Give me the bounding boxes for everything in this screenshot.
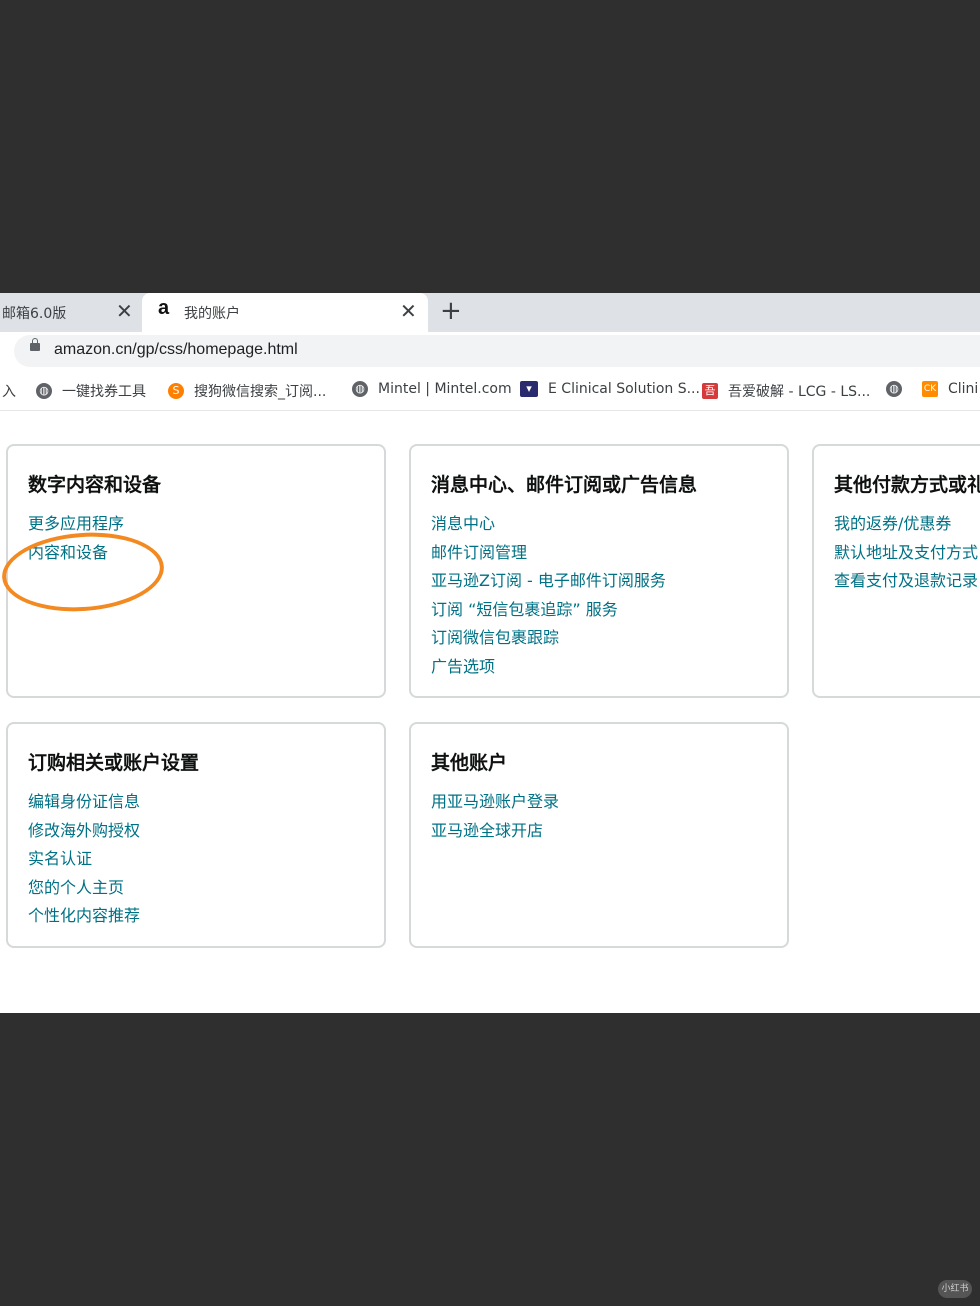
card-links: 消息中心 邮件订阅管理 亚马逊Z订阅 - 电子邮件订阅服务 订阅 “短信包裹追踪… <box>431 510 666 682</box>
amazon-icon: a <box>158 297 170 319</box>
url-text[interactable]: amazon.cn/gp/css/homepage.html <box>54 341 298 359</box>
card-payment-methods: 其他付款方式或礼 我的返券/优惠券 默认地址及支付方式 查看支付及退款记录 <box>812 444 980 698</box>
globe-icon: ◍ <box>886 381 902 397</box>
tab-my-account[interactable]: a 我的账户 ✕ <box>142 293 428 332</box>
sogou-icon: S <box>168 383 184 399</box>
link-real-name-verification[interactable]: 实名认证 <box>28 845 140 874</box>
link-login-with-amazon[interactable]: 用亚马逊账户登录 <box>431 788 559 817</box>
wuai-icon: 吾 <box>702 383 718 399</box>
link-message-center[interactable]: 消息中心 <box>431 510 666 539</box>
browser-screenshot: 邮箱6.0版 ✕ a 我的账户 ✕ + amazon.cn/gp/css/hom… <box>0 293 980 1013</box>
bookmark-label: E Clinical Solution S... <box>548 381 700 397</box>
card-message-center: 消息中心、邮件订阅或广告信息 消息中心 邮件订阅管理 亚马逊Z订阅 - 电子邮件… <box>409 444 789 698</box>
bookmark-mintel[interactable]: ◍ Mintel | Mintel.com <box>352 381 512 397</box>
tab-strip: 邮箱6.0版 ✕ a 我的账户 ✕ + <box>0 293 980 332</box>
bookmark-coupon-tool[interactable]: ◍ 一键找券工具 <box>36 381 146 401</box>
bookmark-label: Mintel | Mintel.com <box>378 381 512 397</box>
link-coupons[interactable]: 我的返券/优惠券 <box>834 510 978 539</box>
link-payment-refund-history[interactable]: 查看支付及退款记录 <box>834 567 978 596</box>
link-personalized-recommendations[interactable]: 个性化内容推荐 <box>28 902 140 931</box>
bookmark-globe[interactable]: ◍ <box>886 381 912 397</box>
globe-icon: ◍ <box>352 381 368 397</box>
watermark: 小红书 <box>938 1280 972 1298</box>
card-other-accounts: 其他账户 用亚马逊账户登录 亚马逊全球开店 <box>409 722 789 948</box>
bookmarks-bar: 入 ◍ 一键找券工具 S 搜狗微信搜索_订阅... ◍ Mintel | Min… <box>0 372 980 411</box>
card-order-account-settings: 订购相关或账户设置 编辑身份证信息 修改海外购授权 实名认证 您的个人主页 个性… <box>6 722 386 948</box>
bookmark-52pojie[interactable]: 吾 吾爱破解 - LCG - LS... <box>702 381 870 401</box>
card-title: 消息中心、邮件订阅或广告信息 <box>431 474 698 496</box>
card-links: 用亚马逊账户登录 亚马逊全球开店 <box>431 788 559 845</box>
link-edit-id-info[interactable]: 编辑身份证信息 <box>28 788 140 817</box>
card-links: 编辑身份证信息 修改海外购授权 实名认证 您的个人主页 个性化内容推荐 <box>28 788 140 931</box>
new-tab-button[interactable]: + <box>440 296 462 326</box>
card-title: 其他账户 <box>431 752 508 774</box>
link-default-address-payment[interactable]: 默认地址及支付方式 <box>834 539 978 568</box>
ck-icon: CK <box>922 381 938 397</box>
bookmark-label: 搜狗微信搜索_订阅... <box>194 384 327 400</box>
lock-icon[interactable] <box>30 338 40 351</box>
tab-title: 我的账户 <box>184 306 240 322</box>
globe-icon: ◍ <box>36 383 52 399</box>
bookmark-eclinical[interactable]: ▾ E Clinical Solution S... <box>520 381 700 397</box>
close-icon[interactable]: ✕ <box>116 299 133 323</box>
bookmark-label: 一键找券工具 <box>62 384 146 400</box>
link-z-subscription[interactable]: 亚马逊Z订阅 - 电子邮件订阅服务 <box>431 567 666 596</box>
address-toolbar: amazon.cn/gp/css/homepage.html <box>0 332 980 372</box>
link-amazon-global-selling[interactable]: 亚马逊全球开店 <box>431 817 559 846</box>
link-sms-tracking[interactable]: 订阅 “短信包裹追踪” 服务 <box>431 596 666 625</box>
card-title: 数字内容和设备 <box>28 474 162 496</box>
tab-title: 邮箱6.0版 <box>2 306 67 322</box>
bookmark-label: 入 <box>2 384 16 400</box>
bookmark-label: 吾爱破解 - LCG - LS... <box>728 384 871 400</box>
card-links: 我的返券/优惠券 默认地址及支付方式 查看支付及退款记录 <box>834 510 978 596</box>
tab-mail[interactable]: 邮箱6.0版 ✕ <box>0 293 142 332</box>
link-email-subscriptions[interactable]: 邮件订阅管理 <box>431 539 666 568</box>
bookmark-partial[interactable]: 入 <box>2 381 16 401</box>
link-personal-profile[interactable]: 您的个人主页 <box>28 874 140 903</box>
close-icon[interactable]: ✕ <box>400 299 417 323</box>
bookmark-sogou-weixin[interactable]: S 搜狗微信搜索_订阅... <box>168 381 326 401</box>
card-title: 订购相关或账户设置 <box>28 752 200 774</box>
link-overseas-authorization[interactable]: 修改海外购授权 <box>28 817 140 846</box>
bookmark-label: Clini <box>948 381 979 397</box>
card-title: 其他付款方式或礼 <box>834 474 980 496</box>
link-wechat-tracking[interactable]: 订阅微信包裹跟踪 <box>431 624 666 653</box>
address-bar[interactable]: amazon.cn/gp/css/homepage.html <box>14 335 980 367</box>
bookmark-clinical[interactable]: CK Clini <box>922 381 978 397</box>
ec-icon: ▾ <box>520 381 538 397</box>
link-ad-options[interactable]: 广告选项 <box>431 653 666 682</box>
